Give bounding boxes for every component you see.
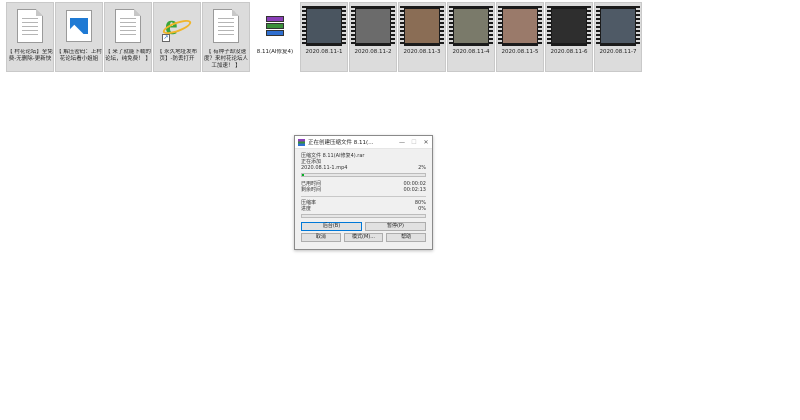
video-thumbnail-icon xyxy=(351,5,395,47)
remaining-label: 剩余时间 xyxy=(301,187,322,193)
file-label: 【 有种子却没速度？来村花论坛人工加速！ 】 xyxy=(203,49,248,69)
desktop-file[interactable]: 8.11(AI修复4) xyxy=(251,2,299,72)
desktop-file[interactable]: 【 解压密码：上村花论坛看小姐姐 xyxy=(55,2,103,72)
close-button[interactable]: ✕ xyxy=(420,139,432,146)
file-progress-fill xyxy=(302,174,305,176)
video-thumbnail-icon xyxy=(449,5,493,47)
file-label: 2020.08.11-7 xyxy=(599,49,637,55)
desktop-file[interactable]: 2020.08.11-3 xyxy=(398,2,446,72)
video-thumbnail-icon xyxy=(547,5,591,47)
internet-explorer-icon: e ↗ xyxy=(155,5,199,47)
video-thumbnail-icon xyxy=(302,5,346,47)
dialog-title: 正在创建压缩文件 8.11(… xyxy=(308,140,374,146)
dialog-titlebar[interactable]: 正在创建压缩文件 8.11(… — ☐ ✕ xyxy=(295,136,432,149)
desktop-file[interactable]: 2020.08.11-5 xyxy=(496,2,544,72)
desktop-file[interactable]: 【 有种子却没速度？来村花论坛人工加速！ 】 xyxy=(202,2,250,72)
file-label: 【 永久地址发布页】-防丢打开 xyxy=(156,49,198,62)
video-thumbnail-icon xyxy=(498,5,542,47)
current-file: 2020.08.11-1.mp4 xyxy=(301,165,348,171)
file-label: 【 解压密码：上村花论坛看小姐姐 xyxy=(56,49,102,62)
background-button[interactable]: 后台(B) xyxy=(301,222,362,231)
mode-button[interactable]: 模式(M)... xyxy=(343,233,384,242)
text-file-icon xyxy=(106,5,150,47)
desktop-file[interactable]: 【 来了就能下载的论坛，纯免费！ 】 xyxy=(104,2,152,72)
file-label: 2020.08.11-6 xyxy=(550,49,588,55)
maximize-button[interactable]: ☐ xyxy=(408,139,420,146)
cancel-button[interactable]: 取消 xyxy=(301,233,341,242)
divider xyxy=(301,196,426,197)
text-file-icon xyxy=(8,5,52,47)
file-label: 2020.08.11-2 xyxy=(354,49,392,55)
file-label: 2020.08.11-3 xyxy=(403,49,441,55)
winrar-progress-dialog: 正在创建压缩文件 8.11(… — ☐ ✕ 压缩文件 8.11(AI修复4).r… xyxy=(294,135,433,250)
pause-button[interactable]: 暂停(P) xyxy=(365,222,426,231)
file-label: 【 来了就能下载的论坛，纯免费！ 】 xyxy=(105,49,151,62)
minimize-button[interactable]: — xyxy=(396,139,408,146)
help-button[interactable]: 帮助 xyxy=(386,233,427,242)
desktop-file[interactable]: 2020.08.11-2 xyxy=(349,2,397,72)
desktop-file[interactable]: 2020.08.11-1 xyxy=(300,2,348,72)
desktop-files: 【 村花论坛】全免费-无删除-更新快【 解压密码：上村花论坛看小姐姐【 来了就能… xyxy=(6,2,642,72)
desktop-file[interactable]: 【 村花论坛】全免费-无删除-更新快 xyxy=(6,2,54,72)
desktop-file[interactable]: 2020.08.11-4 xyxy=(447,2,495,72)
video-thumbnail-icon xyxy=(400,5,444,47)
text-file-icon xyxy=(204,5,248,47)
file-label: 8.11(AI修复4) xyxy=(256,49,294,55)
desktop-file[interactable]: 2020.08.11-6 xyxy=(545,2,593,72)
file-label: 2020.08.11-4 xyxy=(452,49,490,55)
remaining-value: 00:02:13 xyxy=(403,187,426,193)
winrar-icon xyxy=(298,138,305,146)
video-thumbnail-icon xyxy=(596,5,640,47)
image-file-icon xyxy=(57,5,101,47)
file-label: 2020.08.11-5 xyxy=(501,49,539,55)
file-label: 【 村花论坛】全免费-无删除-更新快 xyxy=(7,49,53,62)
current-percent: 2% xyxy=(418,165,426,171)
desktop-file[interactable]: e ↗ 【 永久地址发布页】-防丢打开 xyxy=(153,2,201,72)
desktop-file[interactable]: 2020.08.11-7 xyxy=(594,2,642,72)
total-progress-bar xyxy=(301,214,426,218)
file-progress-bar xyxy=(301,173,426,177)
file-label: 2020.08.11-1 xyxy=(305,49,343,55)
winrar-archive-icon xyxy=(253,5,297,47)
progress-value: 0% xyxy=(418,206,426,212)
progress-label: 进度 xyxy=(301,206,312,212)
